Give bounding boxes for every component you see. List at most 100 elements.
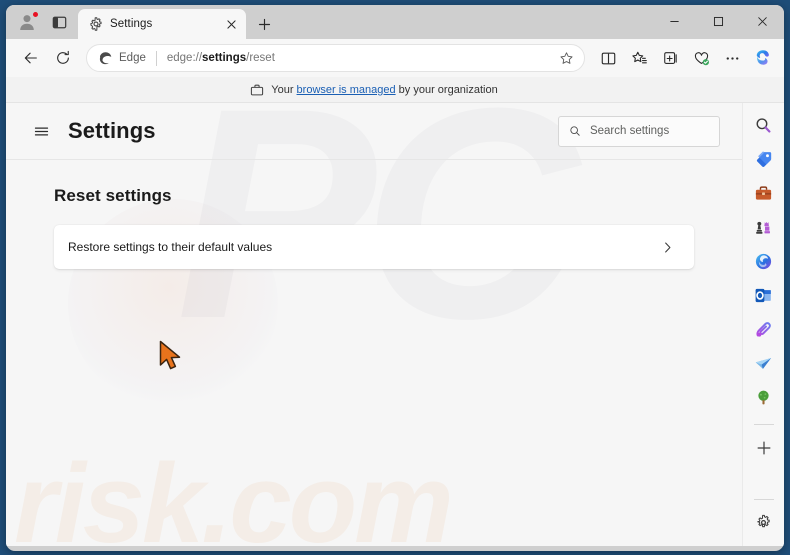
tab-actions-button[interactable] [44, 8, 74, 36]
heart-pulse-icon [694, 51, 709, 65]
settings-content: Reset settings Restore settings to their… [6, 160, 742, 269]
sidebar-item-copilot[interactable] [748, 245, 780, 277]
browser-window: Settings Edge edge://settings/reset Your… [6, 5, 784, 551]
tab-title: Settings [110, 18, 153, 30]
maximize-icon [713, 16, 723, 27]
copilot-button[interactable] [748, 44, 778, 72]
minimize-icon [669, 21, 679, 22]
ellipsis-icon [726, 56, 738, 60]
sidebar-item-shopping[interactable] [748, 143, 780, 175]
briefcase-icon [755, 185, 772, 200]
arrow-left-icon [24, 52, 37, 64]
price-tag-icon [756, 150, 772, 167]
window-controls [652, 5, 784, 39]
gear-icon [757, 514, 770, 527]
new-tab-button[interactable] [250, 10, 279, 38]
managed-banner-text: Your browser is managed by your organiza… [271, 84, 497, 96]
back-button[interactable] [16, 44, 46, 72]
favorites-button[interactable] [624, 44, 654, 72]
briefcase-icon [251, 84, 264, 95]
managed-browser-banner: Your browser is managed by your organiza… [6, 77, 784, 103]
page-body: PC risk.com Settings Search settings Res… [6, 103, 784, 546]
collections-button[interactable] [655, 44, 685, 72]
sidebar-item-games[interactable] [748, 211, 780, 243]
mouse-cursor [158, 340, 184, 377]
customize-sidebar-button[interactable] [748, 432, 780, 464]
sidebar-divider [753, 424, 774, 425]
close-window-button[interactable] [740, 5, 784, 38]
plus-icon [757, 441, 770, 455]
favorites-star-list-icon [631, 51, 647, 63]
tab-strip: Settings [76, 5, 652, 39]
tree-icon [758, 390, 769, 404]
search-input[interactable] [589, 125, 711, 137]
minimize-button[interactable] [652, 5, 696, 38]
search-icon [570, 126, 580, 136]
collections-icon [663, 51, 677, 64]
restore-defaults-row[interactable]: Restore settings to their default values [54, 225, 694, 269]
edge-badge: Edge [98, 51, 146, 66]
notification-dot [32, 11, 39, 18]
sidebar-item-deals[interactable] [748, 347, 780, 379]
page-title: Settings [68, 118, 156, 143]
title-bar: Settings [6, 5, 784, 39]
paper-plane-icon [755, 357, 772, 369]
titlebar-left-controls [6, 5, 76, 39]
edge-badge-label: Edge [119, 52, 146, 64]
sidebar-item-tools[interactable] [748, 177, 780, 209]
star-icon [559, 51, 573, 64]
search-icon [756, 117, 771, 133]
navigation-toolbar: Edge edge://settings/reset [6, 39, 784, 77]
restore-defaults-label: Restore settings to their default values [68, 240, 273, 254]
settings-header: Settings [6, 103, 742, 160]
plus-icon [258, 18, 271, 30]
url-suffix: /reset [246, 52, 275, 64]
close-icon [227, 19, 236, 29]
sidebar-item-outlook[interactable] [748, 279, 780, 311]
maximize-button[interactable] [696, 5, 740, 38]
managed-link[interactable]: browser is managed [297, 84, 396, 96]
avatar [17, 11, 39, 32]
sidebar-settings-button[interactable] [748, 506, 780, 538]
url-text: edge://settings/reset [167, 52, 554, 64]
copilot-icon [755, 253, 772, 269]
desktop-background: Settings Edge edge://settings/reset Your… [0, 0, 790, 555]
add-favorite-button[interactable] [554, 46, 578, 70]
sidebar-bottom-divider [753, 499, 774, 500]
settings-and-more-button[interactable] [717, 44, 747, 72]
tab-actions-icon [52, 16, 66, 28]
url-prefix: edge:// [166, 52, 203, 64]
managed-text-after: by your organization [395, 83, 498, 96]
designer-icon [756, 321, 771, 337]
refresh-button[interactable] [48, 44, 78, 72]
sidebar-item-designer[interactable] [748, 313, 780, 345]
profile-button[interactable] [12, 8, 42, 36]
settings-page: PC risk.com Settings Search settings Res… [6, 103, 742, 546]
copilot-icon [756, 50, 769, 65]
gear-icon [88, 17, 103, 32]
sidebar-item-nature[interactable] [748, 381, 780, 413]
tab-close-button[interactable] [223, 16, 240, 33]
sidebar-item-search[interactable] [748, 109, 780, 141]
chevron-right-icon [658, 238, 676, 256]
close-icon [757, 17, 767, 26]
watermark-domain: risk.com [14, 441, 454, 547]
toolbar-right-buttons [593, 44, 778, 72]
omnibox-divider [155, 50, 157, 66]
browser-essentials-button[interactable] [686, 44, 716, 72]
settings-menu-button[interactable] [26, 116, 56, 146]
search-settings-box[interactable] [558, 115, 720, 147]
refresh-icon [57, 50, 69, 64]
tab-settings[interactable]: Settings [78, 9, 246, 39]
chess-icon [756, 221, 770, 234]
split-screen-icon [601, 52, 615, 64]
outlook-icon [755, 288, 771, 302]
edge-logo-icon [99, 51, 112, 64]
address-bar[interactable]: Edge edge://settings/reset [86, 44, 585, 72]
managed-text-before: Your [271, 83, 297, 96]
edge-sidebar [742, 103, 784, 546]
url-bold: settings [202, 52, 247, 64]
hamburger-icon [34, 127, 48, 135]
section-heading: Reset settings [54, 186, 172, 205]
split-screen-button[interactable] [593, 44, 623, 72]
